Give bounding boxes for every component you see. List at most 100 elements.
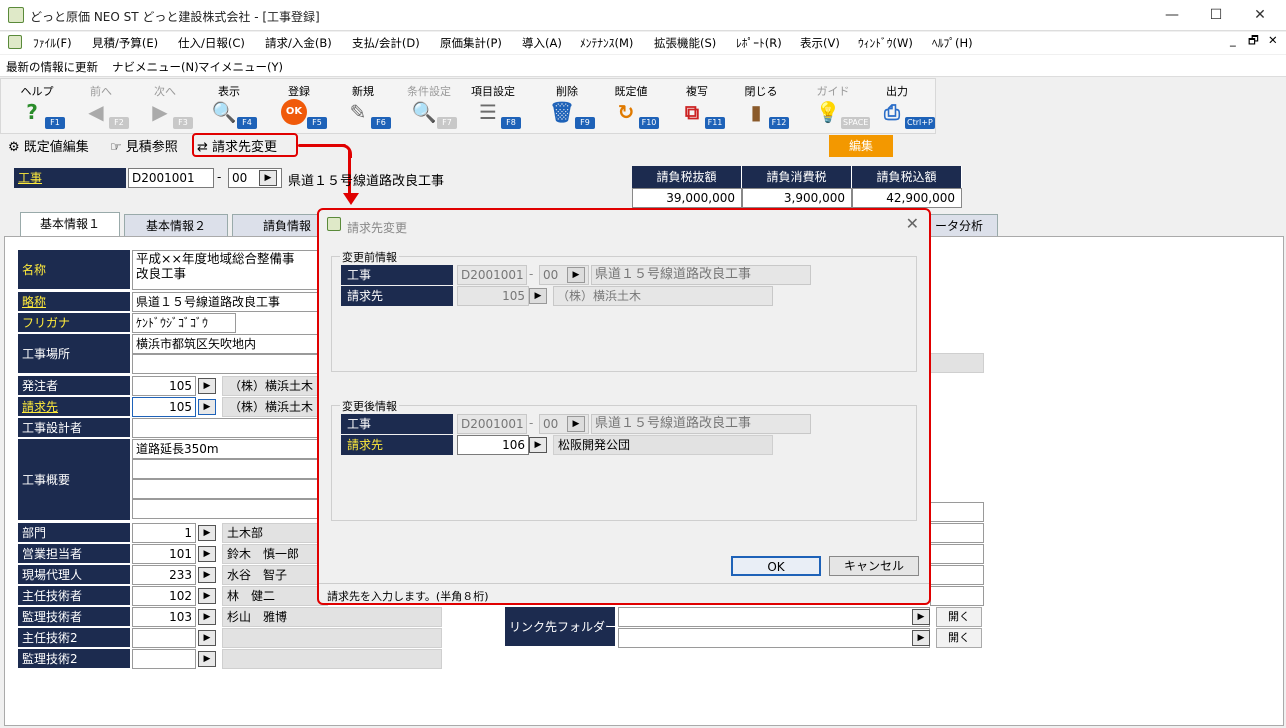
tab-data-analysis[interactable]: ータ分析 [920, 214, 998, 236]
tool-close-button[interactable]: 閉じる ▮ F12 [729, 79, 793, 133]
chief-engineer2-code-input[interactable] [132, 628, 196, 648]
child-restore-button[interactable]: 🗗 [1248, 33, 1259, 52]
dept-pick-button[interactable]: ▶ [198, 525, 216, 541]
tool-condition-button: 条件設定 🔍 F7 [397, 79, 461, 133]
chief-engineer2-label: 主任技術2 [18, 628, 130, 648]
tool-new-button[interactable]: 新規 ✎ F6 [331, 79, 395, 133]
kouji-code-input[interactable]: D2001001 [128, 168, 214, 188]
chief-engineer-pick-button[interactable]: ▶ [198, 588, 216, 604]
menu-window[interactable]: ｳｨﾝﾄﾞｳ(W) [858, 35, 913, 51]
sales-code-input[interactable]: 101 [132, 544, 196, 564]
tool-new-label: 新規 [352, 85, 374, 98]
tool-items-label: 項目設定 [471, 85, 515, 98]
settings-list-icon: ☰ [479, 100, 497, 124]
menu-view[interactable]: 表示(V) [800, 35, 840, 51]
menu-estimate[interactable]: 見積/予算(E) [92, 35, 158, 51]
menu-maintenance[interactable]: ﾒﾝﾃﾅﾝｽ(M) [580, 35, 633, 51]
overview-input[interactable]: 道路延長350m [132, 439, 328, 459]
supervisor-code-input[interactable]: 103 [132, 607, 196, 627]
tool-output-button[interactable]: 出力 ⎙ Ctrl+P [865, 79, 935, 133]
chief-engineer2-pick-button[interactable]: ▶ [198, 630, 216, 646]
place-input[interactable]: 横浜市都筑区矢吹地内 [132, 334, 328, 354]
menu-extensions[interactable]: 拡張機能(S) [654, 35, 716, 51]
designer-input[interactable] [132, 418, 328, 438]
refresh-button[interactable]: 最新の情報に更新 [6, 59, 98, 75]
orderer-code-input[interactable]: 105 [132, 376, 196, 396]
menu-file[interactable]: ﾌｧｲﾙ(F) [33, 35, 72, 51]
tool-copy-button[interactable]: 複写 ⧉ F11 [665, 79, 729, 133]
sales-pick-button[interactable]: ▶ [198, 546, 216, 562]
maximize-button[interactable]: ☐ [1194, 4, 1238, 26]
tool-prev-button: 前へ ◀ F2 [69, 79, 133, 133]
right-field-1[interactable] [930, 502, 984, 522]
name-input[interactable]: 平成××年度地域総合整備事 改良工事 [132, 250, 328, 290]
child-close-button[interactable]: ✕ [1268, 33, 1278, 47]
link-folder-pick-1[interactable]: ▶ [912, 609, 930, 625]
default-edit-button[interactable]: ⚙ 既定値編集 [8, 136, 89, 155]
tool-help-button[interactable]: ヘルプ? F1 [5, 79, 69, 133]
overview-input-line3[interactable] [132, 479, 328, 499]
dialog-close-icon[interactable]: ✕ [906, 214, 919, 233]
menu-setup[interactable]: 導入(A) [522, 35, 562, 51]
edit-button[interactable]: 編集 [829, 135, 893, 157]
site-agent-pick-button[interactable]: ▶ [198, 567, 216, 583]
menu-billing[interactable]: 請求/入金(B) [265, 35, 332, 51]
estimate-ref-button[interactable]: ☞ 見積参照 [110, 136, 178, 155]
cancel-button[interactable]: キャンセル [829, 556, 919, 576]
right-field-4[interactable] [930, 565, 984, 585]
minimize-button[interactable]: — [1150, 4, 1194, 26]
my-menu-button[interactable]: マイメニュー(Y) [198, 59, 283, 75]
after-kouji-pick: ▶ [567, 416, 585, 432]
open-folder-button-2[interactable]: 開く [936, 628, 982, 648]
right-field-5[interactable] [930, 586, 984, 606]
chief-engineer-code-input[interactable]: 102 [132, 586, 196, 606]
billing-pick-button[interactable]: ▶ [198, 399, 216, 415]
orderer-pick-button[interactable]: ▶ [198, 378, 216, 394]
right-field-2[interactable] [930, 523, 984, 543]
after-billing-pick-button[interactable]: ▶ [529, 437, 547, 453]
kana-input[interactable]: ｹﾝﾄﾞｳｼﾞｺﾞｺﾞｳ [132, 313, 236, 333]
overview-input-line4[interactable] [132, 499, 328, 519]
tool-view-button[interactable]: 表示 🔍 F4 [197, 79, 261, 133]
menu-report[interactable]: ﾚﾎﾟｰﾄ(R) [736, 35, 782, 51]
tool-default-button[interactable]: 既定値 ↻ F10 [599, 79, 663, 133]
tool-register-button[interactable]: 登録 OK F5 [267, 79, 331, 133]
close-button[interactable]: ✕ [1238, 4, 1282, 26]
billing-label[interactable]: 請求先 [18, 397, 130, 417]
menu-purchase[interactable]: 仕入/日報(C) [178, 35, 245, 51]
tab-basic2[interactable]: 基本情報２ [124, 214, 228, 236]
kouji-label[interactable]: 工事 [14, 168, 126, 188]
tool-guide-label: ガイド [816, 85, 850, 98]
link-folder-pick-2[interactable]: ▶ [912, 630, 930, 646]
supervisor-pick-button[interactable]: ▶ [198, 609, 216, 625]
billing-code-input[interactable]: 105 [132, 397, 196, 417]
link-folder-input-1[interactable] [618, 607, 930, 627]
menu-help[interactable]: ﾍﾙﾌﾟ(H) [932, 35, 973, 51]
after-billing-code-input[interactable]: 106 [457, 435, 529, 455]
tab-basic1[interactable]: 基本情報１ [20, 212, 120, 237]
navi-menu-button[interactable]: ナビメニュー(N) [112, 59, 199, 75]
link-folder-input-2[interactable] [618, 628, 930, 648]
tool-close-label: 閉じる [744, 85, 778, 98]
short-name-input[interactable]: 県道１５号線道路改良工事 [132, 292, 328, 312]
dialog-icon [327, 217, 341, 231]
supervisor2-code-input[interactable] [132, 649, 196, 669]
menu-payment[interactable]: 支払/会計(D) [352, 35, 420, 51]
kouji-pick-button[interactable]: ▶ [259, 170, 277, 186]
tool-delete-button[interactable]: 削除 🗑 F9 [535, 79, 599, 133]
tool-items-button[interactable]: 項目設定 ☰ F8 [461, 79, 525, 133]
open-folder-button-1[interactable]: 開く [936, 607, 982, 627]
highlight-box [192, 133, 298, 157]
menu-cost[interactable]: 原価集計(P) [440, 35, 502, 51]
child-minimize-button[interactable]: _ [1230, 33, 1236, 47]
ok-button[interactable]: OK [731, 556, 821, 576]
place-input-line2[interactable] [132, 354, 328, 374]
right-field-3[interactable] [930, 544, 984, 564]
doc-icon [8, 35, 22, 49]
dept-code-input[interactable]: 1 [132, 523, 196, 543]
settings-icon: ⚙ [8, 140, 20, 155]
short-name-label[interactable]: 略称 [18, 292, 130, 312]
supervisor2-pick-button[interactable]: ▶ [198, 651, 216, 667]
overview-input-line2[interactable] [132, 459, 328, 479]
site-agent-code-input[interactable]: 233 [132, 565, 196, 585]
